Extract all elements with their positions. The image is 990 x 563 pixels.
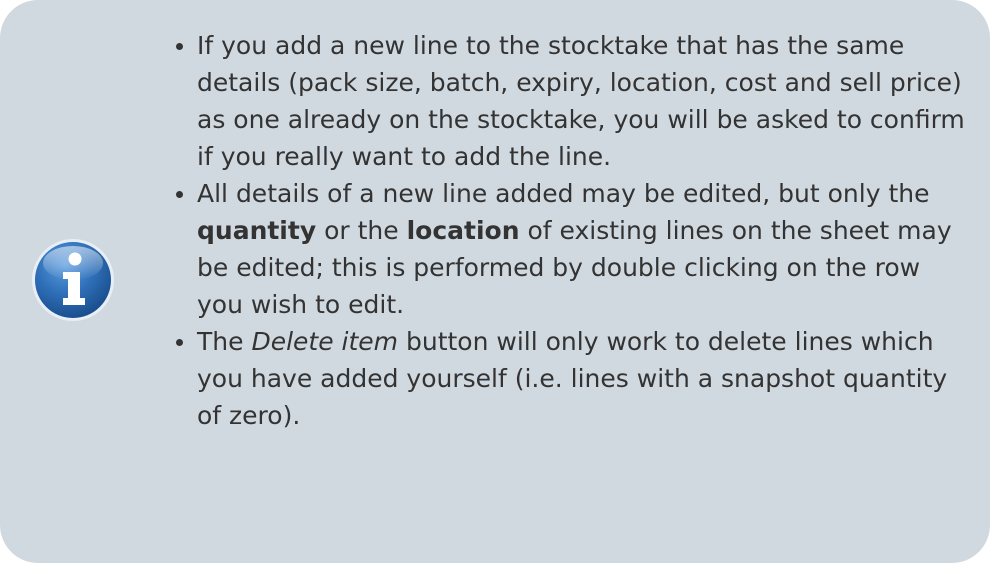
bold-term-location: location [406, 216, 520, 245]
info-icon [30, 237, 116, 323]
list-item-text: or the [316, 216, 407, 245]
info-note-box: If you add a new line to the stocktake t… [0, 0, 990, 563]
note-content: If you add a new line to the stocktake t… [175, 27, 965, 434]
list-item: All details of a new line added may be e… [175, 175, 965, 323]
bold-term-quantity: quantity [197, 216, 317, 245]
note-list: If you add a new line to the stocktake t… [175, 27, 965, 434]
list-item-text: The [197, 327, 252, 356]
list-item: The Delete item button will only work to… [175, 323, 965, 434]
italic-term-delete-item: Delete item [251, 327, 399, 356]
list-item: If you add a new line to the stocktake t… [175, 27, 965, 175]
list-item-text: All details of a new line added may be e… [197, 179, 930, 208]
list-item-text: If you add a new line to the stocktake t… [197, 31, 965, 171]
